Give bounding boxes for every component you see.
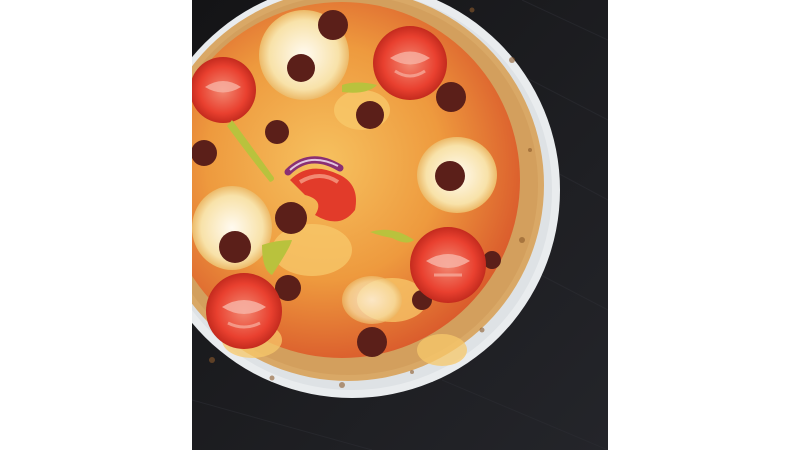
- pizza-photo: [192, 0, 608, 450]
